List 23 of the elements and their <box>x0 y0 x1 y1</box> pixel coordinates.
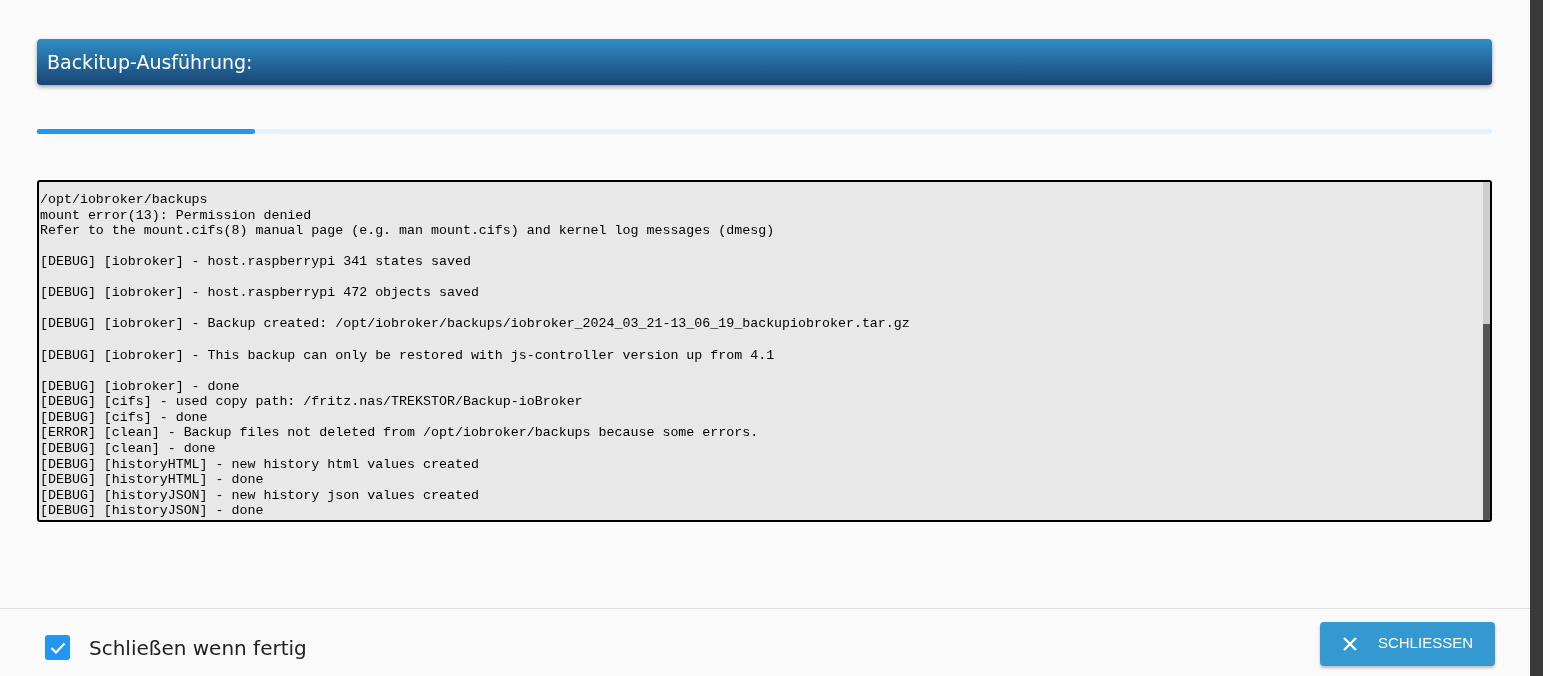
log-line: [DEBUG] [iobroker] - Backup created: /opt/iobroker/backups/iobroker_2024_03_21-13_06_19_backupiobroker.tar.gz <box>40 316 911 333</box>
log-line: [DEBUG] [historyHTML] - done <box>40 472 265 488</box>
log-line: [DEBUG] [iobroker] - done <box>40 378 241 395</box>
log-line: [DEBUG] [cifs] - done <box>40 409 209 426</box>
close-button[interactable]: SCHLIESSEN <box>1319 621 1495 666</box>
log-line: Refer to the mount.cifs(8) manual page (e.g. man mount.cifs) and kernel log messages (dmesg) <box>40 223 776 239</box>
log-line: [DEBUG] [historyJSON] - done <box>40 503 265 519</box>
checkmark-icon <box>49 641 66 654</box>
log-line: [DEBUG] [clean] - done <box>40 441 217 457</box>
log-line: [DEBUG] [cifs] - used copy path: /fritz.nas/TREKSTOR/Backup-ioBroker <box>40 394 584 410</box>
log-line: mount error(13): Permission denied <box>40 207 313 224</box>
scrollbar[interactable] <box>1483 182 1490 520</box>
log-line: [DEBUG] [iobroker] - This backup can only be restored with js-controller version up from 4.1 <box>40 347 776 364</box>
log-line: /opt/iobroker/backups <box>40 192 209 208</box>
log-line: [DEBUG] [historyHTML] - new history html values created <box>40 456 480 473</box>
log-line: [DEBUG] [iobroker] - host.raspberrypi 341 states saved <box>40 254 472 270</box>
log-line: [DEBUG] [historyJSON] - new history json values created <box>40 487 480 504</box>
log-line: [DEBUG] [iobroker] - host.raspberrypi 472 objects saved <box>40 285 480 301</box>
log-line: [ERROR] [clean] - Backup files not deleted from /opt/iobroker/backups because some errors. <box>40 425 760 442</box>
close-icon <box>1341 635 1358 652</box>
dialog-title: Backitup-Ausführung: <box>47 49 253 75</box>
checkbox-label: Schließen wenn fertig <box>89 634 307 662</box>
close-when-done-checkbox[interactable] <box>45 635 70 660</box>
